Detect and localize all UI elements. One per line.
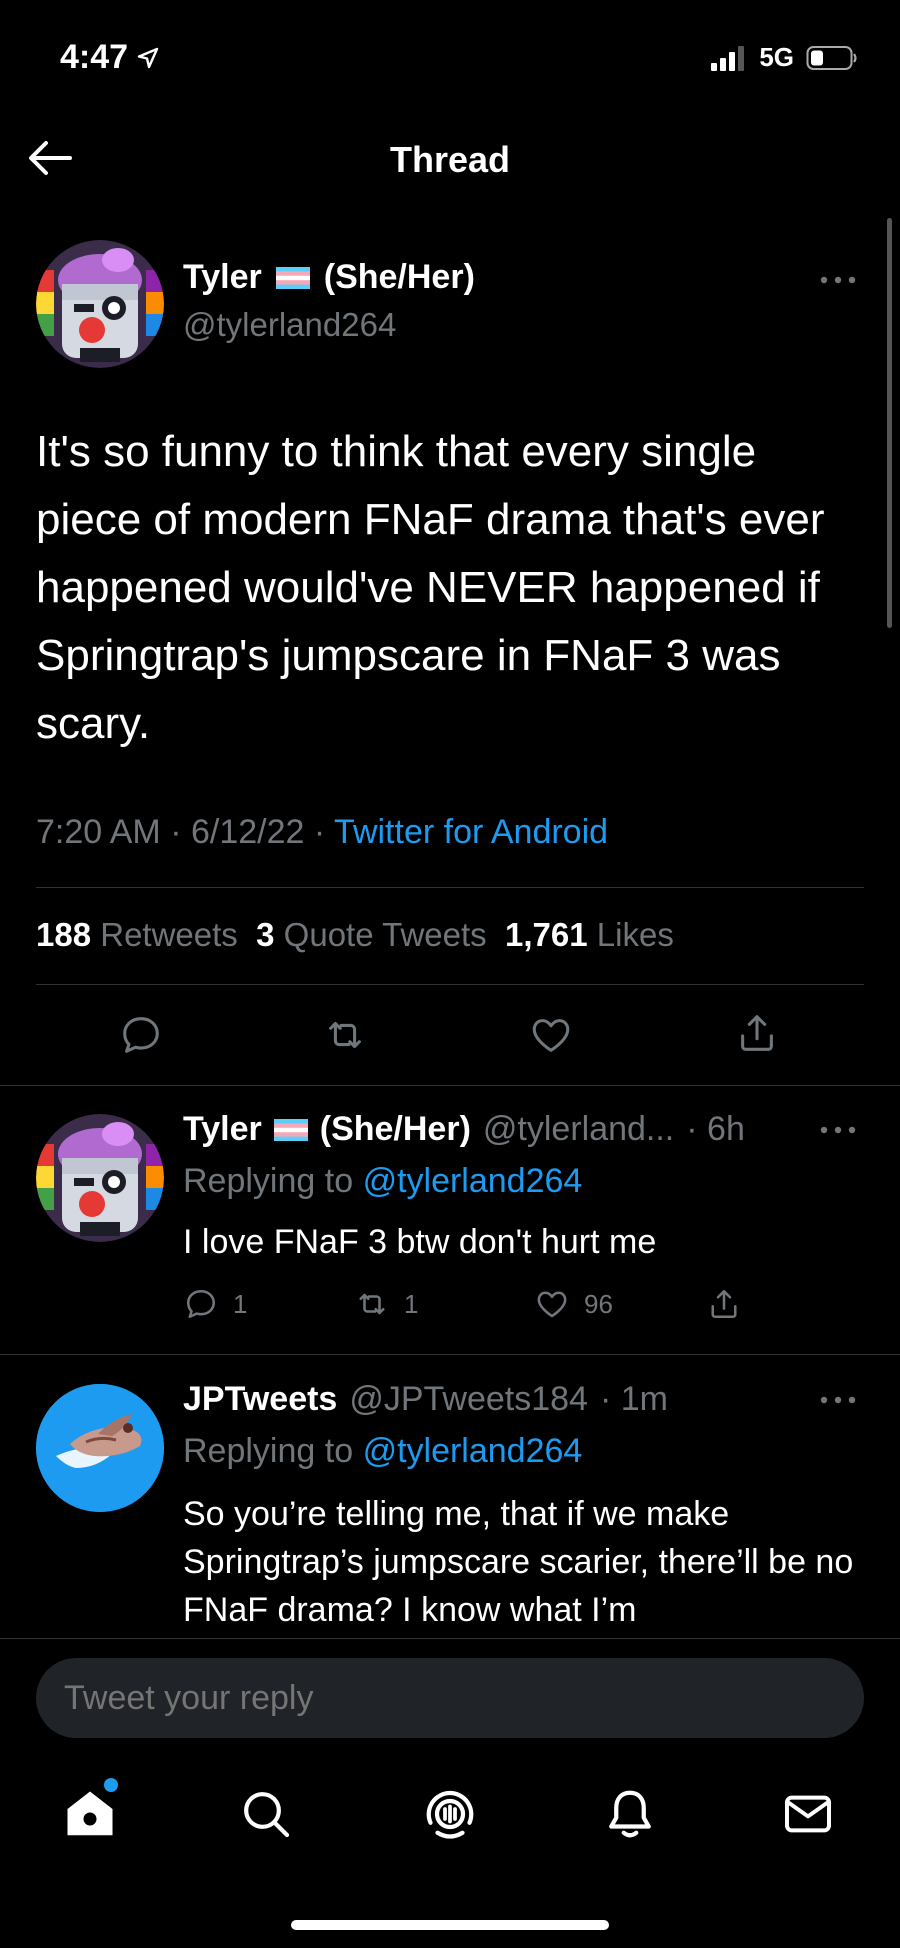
more-icon (820, 1396, 856, 1404)
avatar[interactable] (36, 1384, 164, 1512)
heart-icon (532, 1019, 570, 1052)
mail-icon (785, 1795, 831, 1833)
divider (0, 1354, 900, 1355)
trans-flag-icon (273, 1118, 308, 1141)
more-options-button[interactable] (816, 270, 860, 290)
author-handle[interactable]: @tylerland264 (183, 306, 396, 344)
pronouns: (She/Her) (319, 1110, 471, 1148)
tweet-source-link[interactable]: Twitter for Android (334, 813, 608, 851)
display-name: Tyler (183, 258, 262, 296)
reply-time: · 1m (599, 1380, 668, 1418)
avatar-image (36, 1384, 164, 1512)
replying-to-link[interactable]: @tylerland264 (363, 1432, 583, 1470)
avatar-image (36, 240, 164, 368)
reply-time: · 6h (686, 1110, 745, 1148)
like-button[interactable] (528, 1012, 574, 1058)
reply-icon (123, 1017, 159, 1053)
bell-icon (609, 1790, 651, 1838)
avatar-image (36, 1114, 164, 1242)
status-time: 4:47 (60, 38, 160, 77)
display-name: Tyler (183, 1110, 262, 1148)
tab-home[interactable] (60, 1784, 120, 1844)
more-icon (820, 1126, 856, 1134)
home-icon (67, 1791, 113, 1836)
quote-tweets-stat[interactable]: 3 Quote Tweets (256, 916, 487, 953)
network-label: 5G (759, 42, 794, 72)
tab-spaces[interactable] (420, 1784, 480, 1844)
likes-stat[interactable]: 1,761 Likes (505, 916, 674, 953)
signal-icon (711, 45, 745, 71)
tab-messages[interactable] (780, 1786, 840, 1846)
tweet-text: It's so funny to think that every single… (36, 427, 825, 748)
more-options-button[interactable] (816, 1390, 860, 1410)
like-button[interactable]: 96 (534, 1286, 613, 1322)
tab-notifications[interactable] (600, 1784, 660, 1844)
retweet-button[interactable]: 1 (354, 1286, 418, 1322)
tab-search[interactable] (238, 1786, 298, 1846)
retweet-count: 1 (404, 1288, 419, 1319)
share-button[interactable] (734, 1010, 780, 1056)
divider (36, 984, 864, 985)
avatar[interactable] (36, 1114, 164, 1242)
more-icon (820, 276, 856, 284)
page-title: Thread (389, 139, 511, 180)
replying-to: Replying to @tylerland264 (183, 1162, 583, 1200)
heart-icon (537, 1291, 567, 1318)
scrollbar[interactable] (887, 218, 892, 628)
divider (36, 887, 864, 888)
share-button[interactable] (706, 1286, 742, 1322)
author-handle: @tylerland... (482, 1110, 675, 1148)
display-name: JPTweets (183, 1380, 338, 1418)
reply-button[interactable]: 1 (183, 1286, 247, 1322)
home-indicator[interactable] (291, 1920, 609, 1930)
location-arrow-icon (137, 47, 159, 68)
share-icon (741, 1015, 773, 1051)
pronouns: (She/Her) (323, 258, 475, 296)
battery-icon (806, 45, 857, 70)
status-right: 5G (711, 42, 858, 73)
home-notification-dot (104, 1778, 118, 1792)
retweet-icon (329, 1021, 361, 1049)
reply-input[interactable] (36, 1658, 864, 1738)
author-handle: @JPTweets184 (349, 1380, 588, 1418)
reply-button[interactable] (118, 1012, 164, 1058)
share-icon (711, 1289, 737, 1319)
engagement-stats: 188 Retweets 3 Quote Tweets 1,761 Likes (36, 916, 674, 954)
reply-author[interactable]: Tyler (She/Her) @tylerland... · 6h (183, 1110, 745, 1149)
reply-author[interactable]: JPTweets @JPTweets184 · 1m (183, 1380, 668, 1419)
replying-to: Replying to @tylerland264 (183, 1432, 583, 1470)
tweet-date: 6/12/22 (190, 813, 305, 851)
retweet-button[interactable] (322, 1012, 368, 1058)
reply-icon (186, 1289, 216, 1319)
divider (0, 1085, 900, 1086)
spaces-icon (426, 1790, 474, 1839)
tweet-time: 7:20 AM (36, 813, 161, 851)
like-count: 96 (584, 1288, 613, 1319)
search-icon (244, 1792, 290, 1838)
retweet-icon (359, 1293, 385, 1315)
more-options-button[interactable] (816, 1120, 860, 1140)
divider (0, 1638, 900, 1639)
trans-flag-icon (275, 266, 310, 289)
tweet-meta: 7:20 AM · 6/12/22 · Twitter for Android (36, 813, 609, 851)
retweets-stat[interactable]: 188 Retweets (36, 916, 238, 953)
avatar[interactable] (36, 240, 164, 368)
author-name[interactable]: Tyler (She/Her) (183, 258, 475, 297)
reply-count: 1 (233, 1288, 248, 1319)
replying-to-link[interactable]: @tylerland264 (363, 1162, 583, 1200)
reply-text: So you’re telling me, that if we make Sp… (183, 1495, 854, 1629)
reply-text: I love FNaF 3 btw don't hurt me (183, 1223, 657, 1261)
